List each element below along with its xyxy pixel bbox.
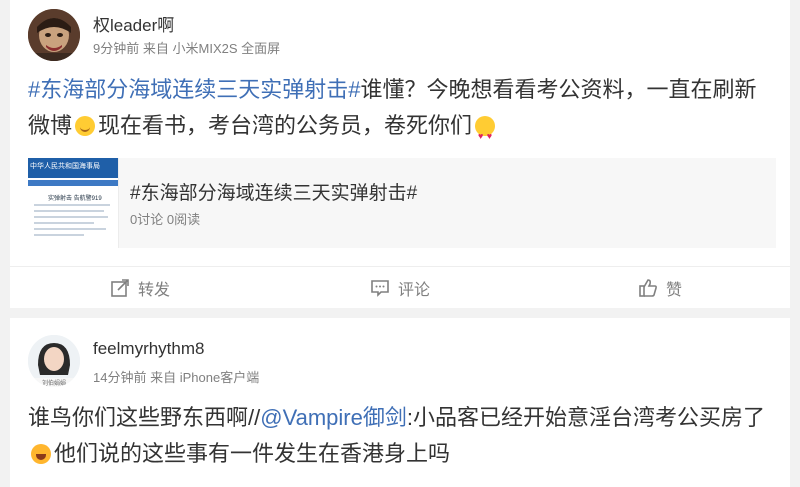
weibo-comment-card: 刘伯娟娟 feelmyrhythm8 14分钟前 来自 iPhone客户端 谁鸟… xyxy=(10,318,790,487)
post-action-bar: 转发 评论 赞 xyxy=(10,266,790,309)
source-device-suffix[interactable]: 全面屏 xyxy=(241,41,280,56)
post-text: 谁鸟你们这些野东西啊//@Vampire御剑:小品客已经开始意淫台湾考公买房了他… xyxy=(28,400,773,472)
post-text-part: 他们说的这些事有一件发生在香港身上吗 xyxy=(54,441,451,466)
post-text-part: :小品客已经开始意淫台湾考公买房了 xyxy=(406,405,765,430)
avatar-photo xyxy=(28,9,80,61)
repost-icon xyxy=(111,279,129,297)
laughing-emoji-icon xyxy=(31,444,51,464)
heart-eyes-emoji-icon xyxy=(475,116,496,154)
source-prefix: 来自 xyxy=(142,41,169,56)
avatar[interactable]: 刘伯娟娟 xyxy=(28,335,80,387)
topic-link[interactable]: #东海部分海域连续三天实弹射击# xyxy=(28,77,360,102)
thumbnail-text-line xyxy=(34,210,104,212)
thumbnail-nav xyxy=(28,180,118,186)
source-device[interactable]: iPhone客户端 xyxy=(180,370,259,385)
mention-link[interactable]: @Vampire御剑 xyxy=(260,405,407,430)
thumbnail-text-line xyxy=(34,216,108,218)
post-time[interactable]: 14分钟前 xyxy=(93,370,146,385)
avatar-caption: 刘伯娟娟 xyxy=(42,379,66,387)
post-meta: 9分钟前 来自 小米MIX2S 全面屏 xyxy=(93,38,280,57)
username[interactable]: 权leader啊 xyxy=(93,11,174,36)
avatar-photo: 刘伯娟娟 xyxy=(28,335,80,387)
weibo-post-card: 权leader啊 9分钟前 来自 小米MIX2S 全面屏 #东海部分海域连续三天… xyxy=(10,0,790,308)
topic-share-card[interactable]: 中华人民共和国海事局 实弹射击 告航警919 #东海部分海域连续三天实弹射击# … xyxy=(28,158,776,248)
smile-emoji-icon xyxy=(75,116,96,136)
comment-icon xyxy=(371,280,389,297)
post-meta: 14分钟前 来自 iPhone客户端 xyxy=(93,367,259,386)
share-thumbnail: 中华人民共和国海事局 实弹射击 告航警919 xyxy=(28,158,119,248)
thumbnail-caption: 实弹射击 告航警919 xyxy=(48,196,102,202)
avatar[interactable] xyxy=(28,9,80,61)
thumbnail-text-line xyxy=(34,234,84,236)
like-button[interactable]: 赞 xyxy=(530,267,790,309)
post-text-part: 谁鸟你们这些野东西啊// xyxy=(28,405,261,430)
source-prefix: 来自 xyxy=(150,370,177,385)
share-title[interactable]: #东海部分海域连续三天实弹射击# xyxy=(130,178,417,205)
like-label: 赞 xyxy=(665,282,682,299)
post-time[interactable]: 9分钟前 xyxy=(93,41,139,56)
thumbnail-header: 中华人民共和国海事局 xyxy=(28,158,118,178)
comment-label: 评论 xyxy=(397,282,430,299)
repost-button[interactable]: 转发 xyxy=(10,267,270,309)
post-text-part: 现在看书，考台湾的公务员，卷死你们 xyxy=(98,113,473,138)
thumbnail-text-line xyxy=(34,228,106,230)
thumbnail-text-line xyxy=(34,222,94,224)
comment-button[interactable]: 评论 xyxy=(270,267,530,309)
source-device[interactable]: 小米MIX2S xyxy=(173,41,238,56)
thumbs-up-icon xyxy=(639,279,657,297)
post-text: #东海部分海域连续三天实弹射击#谁懂？今晚想看看考公资料，一直在刷新微博 现在看书… xyxy=(28,72,773,154)
thumbnail-title: 中华人民共和国海事局 xyxy=(30,163,100,170)
share-stats: 0讨论 0阅读 xyxy=(130,212,201,227)
repost-label: 转发 xyxy=(137,282,170,299)
thumbnail-text-line xyxy=(34,204,110,206)
username[interactable]: feelmyrhythm8 xyxy=(93,339,204,359)
